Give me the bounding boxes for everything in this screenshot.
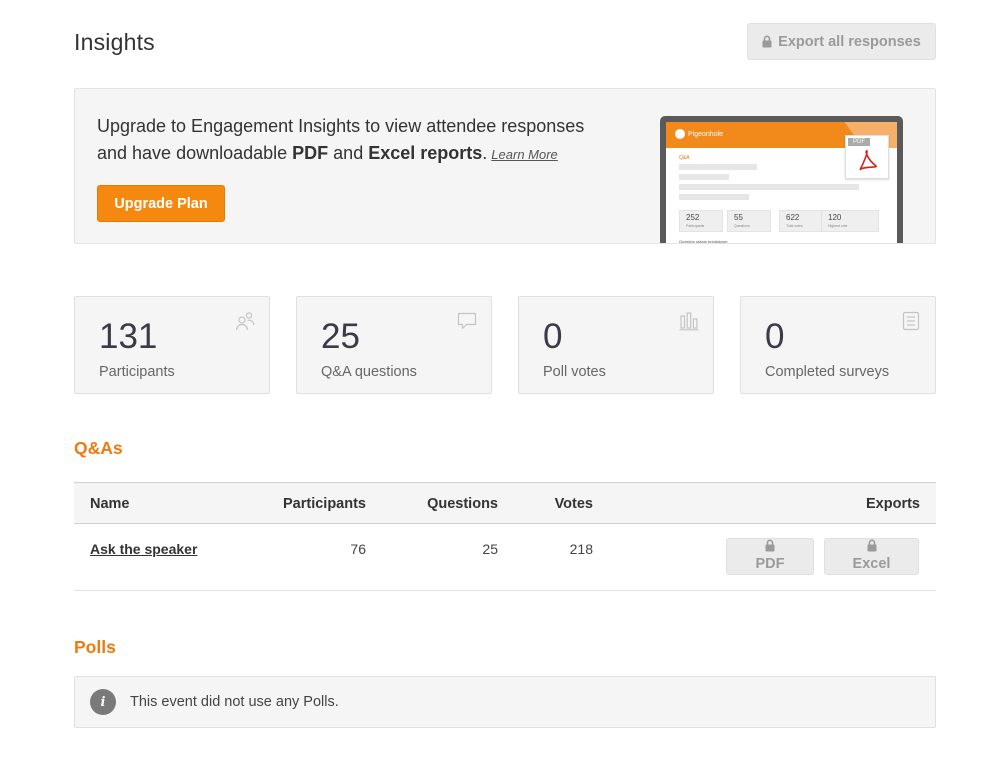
lock-icon <box>762 35 772 48</box>
polls-section-title: Polls <box>74 637 116 657</box>
report-preview-logo-text: Pigeonhole <box>688 130 724 138</box>
participants-icon <box>235 312 255 331</box>
learn-more-link[interactable]: Learn More <box>491 147 557 162</box>
report-preview-stat-label: Highest vote <box>828 224 848 228</box>
report-preview-line <box>679 184 859 190</box>
report-preview-stat: 252 Participants <box>679 210 723 232</box>
report-preview-screen: Pigeonhole PDF Q&A 252 Participants 55 Que… <box>666 122 897 244</box>
upgrade-banner: Upgrade to Engagement Insights to view a… <box>74 88 936 244</box>
report-preview-stat-value: 120 <box>828 213 842 222</box>
stat-label: Q&A questions <box>321 364 417 380</box>
report-preview-stat: 120 Highest vote <box>821 210 879 232</box>
pdf-document-icon: PDF <box>845 135 889 179</box>
report-preview-image: Pigeonhole PDF Q&A 252 Participants 55 Que… <box>660 116 903 244</box>
qa-table: Name Participants Questions Votes Export… <box>74 482 936 591</box>
stat-label: Participants <box>99 364 175 380</box>
chat-bubble-icon <box>457 312 477 330</box>
stat-label: Completed surveys <box>765 364 890 380</box>
report-preview-line <box>679 174 729 180</box>
column-name: Name <box>90 496 130 512</box>
banner-text-pdf: PDF <box>292 143 329 163</box>
report-preview-logo: Pigeonhole <box>675 129 723 139</box>
report-preview-stat: 622 Total votes <box>779 210 823 232</box>
polls-notice: i This event did not use any Polls. <box>74 676 936 728</box>
table-row: Ask the speaker 76 25 218 PDF Excel <box>74 524 936 591</box>
stat-value: 0 <box>765 317 785 356</box>
upgrade-plan-button[interactable]: Upgrade Plan <box>97 185 225 222</box>
stat-value: 0 <box>543 317 563 356</box>
stat-value: 131 <box>99 317 158 356</box>
export-pdf-label: PDF <box>755 556 785 572</box>
qa-section-title: Q&As <box>74 438 123 458</box>
report-preview-stat-value: 252 <box>686 213 700 222</box>
stat-card-poll-votes: 0 Poll votes <box>518 296 714 394</box>
banner-text-excel: Excel reports <box>368 143 483 163</box>
report-preview-stat-value: 55 <box>734 213 743 222</box>
page-title: Insights <box>74 29 155 55</box>
qa-table-header: Name Participants Questions Votes Export… <box>74 482 936 524</box>
banner-text-period: . <box>482 143 488 163</box>
stat-card-completed-surveys: 0 Completed surveys <box>740 296 936 394</box>
column-exports: Exports <box>866 496 920 512</box>
export-all-label: Export all responses <box>778 33 921 50</box>
polls-notice-text: This event did not use any Polls. <box>130 694 339 710</box>
report-preview-stat: 55 Questions <box>727 210 771 232</box>
export-all-responses-button[interactable]: Export all responses <box>747 23 936 60</box>
report-preview-line <box>679 194 749 200</box>
stat-card-qa-questions: 25 Q&A questions <box>296 296 492 394</box>
column-votes: Votes <box>554 496 593 512</box>
column-questions: Questions <box>427 496 498 512</box>
pigeonhole-logo-icon <box>675 129 685 139</box>
banner-text-and: and <box>328 143 369 163</box>
export-excel-label: Excel <box>852 556 891 572</box>
report-preview-stat-label: Total votes <box>786 224 803 228</box>
info-icon: i <box>90 689 116 715</box>
report-preview-stat-label: Participants <box>686 224 705 228</box>
column-participants: Participants <box>283 496 366 512</box>
banner-text: Upgrade to Engagement Insights to view a… <box>97 113 617 168</box>
report-preview-line <box>679 164 757 170</box>
export-excel-button[interactable]: Excel <box>824 538 919 575</box>
report-preview-section: Q&A <box>679 155 690 161</box>
clipboard-list-icon <box>902 311 920 331</box>
report-preview-stat-label: Questions <box>734 224 750 228</box>
stat-label: Poll votes <box>543 364 606 380</box>
export-pdf-button[interactable]: PDF <box>726 538 814 575</box>
report-preview-footer: Question status breakdown <box>679 239 728 244</box>
session-link[interactable]: Ask the speaker <box>90 541 197 557</box>
row-votes: 218 <box>569 541 593 557</box>
bar-chart-icon <box>679 312 699 331</box>
pdf-tag: PDF <box>848 138 870 146</box>
report-preview-stat-value: 622 <box>786 213 800 222</box>
row-questions: 25 <box>482 541 498 557</box>
row-participants: 76 <box>350 541 366 557</box>
stat-card-participants: 131 Participants <box>74 296 270 394</box>
acrobat-icon <box>859 150 877 171</box>
stat-value: 25 <box>321 317 360 356</box>
